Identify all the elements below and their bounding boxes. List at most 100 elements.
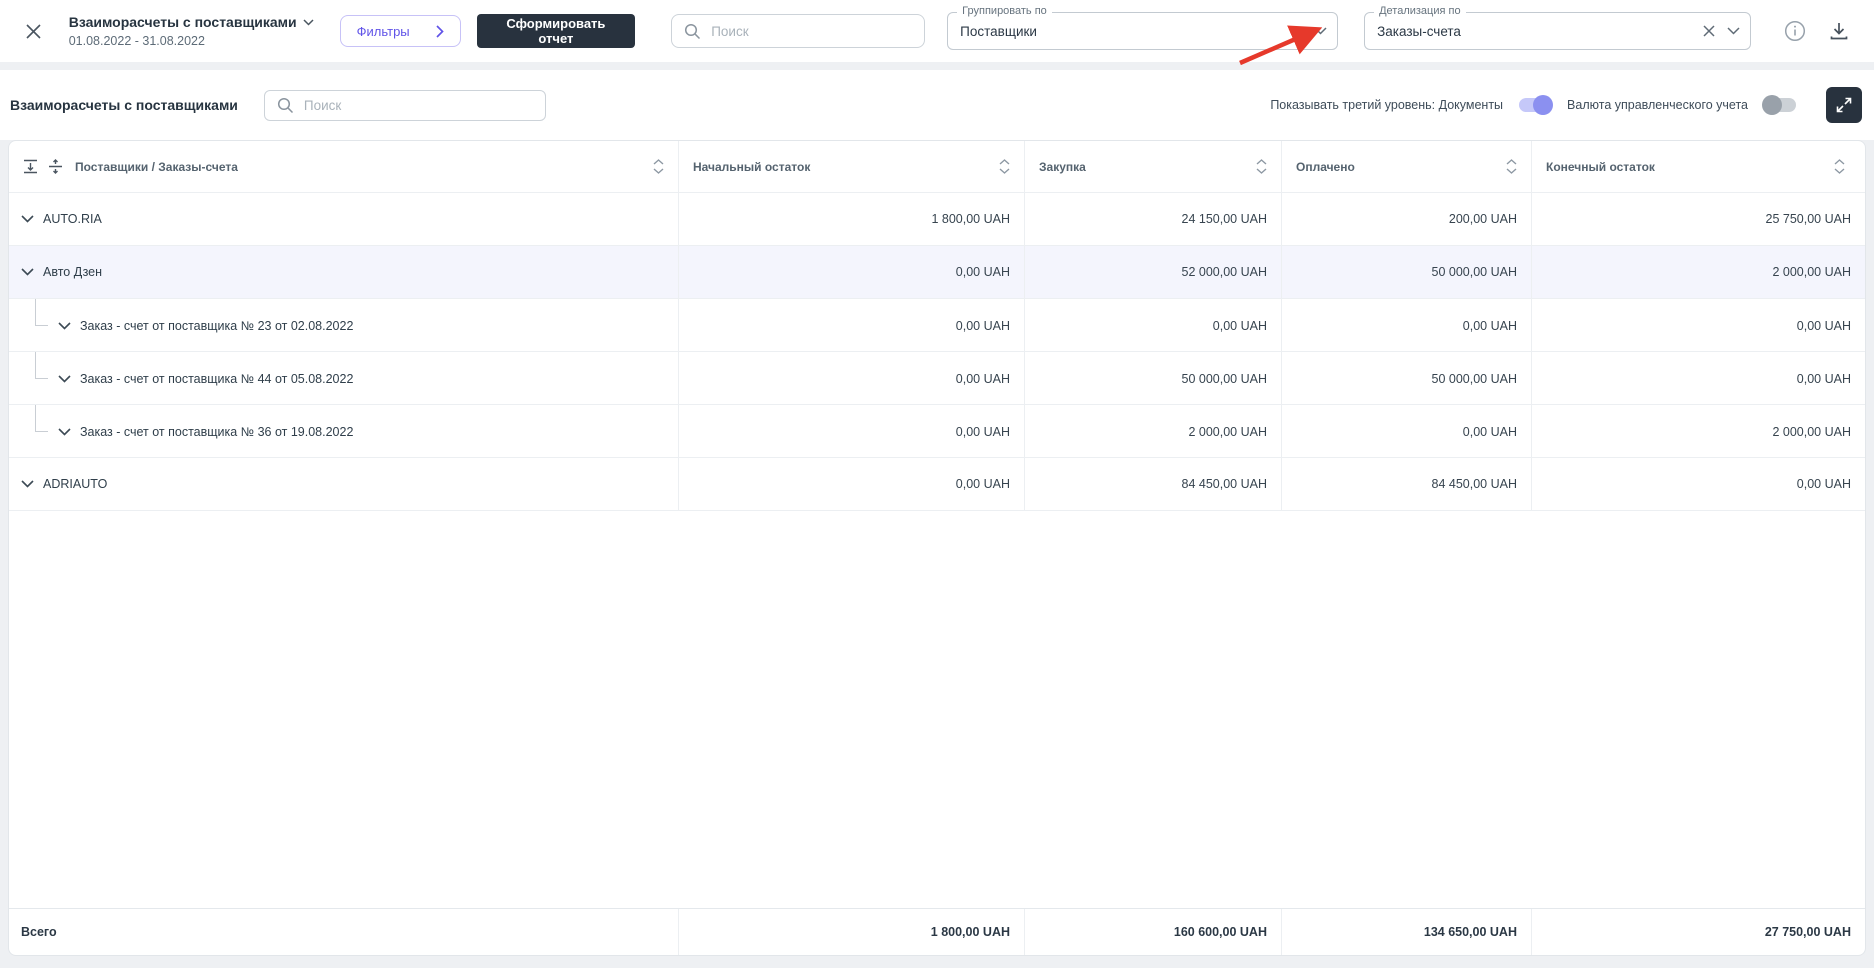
column-header-label: Закупка bbox=[1039, 160, 1256, 174]
row-label: Заказ - счет от поставщика № 36 от 19.08… bbox=[80, 425, 353, 439]
chevron-down-icon[interactable] bbox=[1314, 27, 1327, 35]
settlements-table: Поставщики / Заказы-счета Начальный оста… bbox=[8, 140, 1866, 956]
row-value-cell: 52 000,00 UAH bbox=[1025, 246, 1282, 298]
detail-by-select[interactable]: Детализация по Заказы-счета bbox=[1364, 12, 1751, 50]
total-opening-balance: 1 800,00 UAH bbox=[679, 909, 1025, 955]
column-header-label: Поставщики / Заказы-счета bbox=[75, 160, 653, 174]
row-expand-chevron-icon[interactable] bbox=[21, 480, 34, 488]
order-row-label-cell[interactable]: Заказ - счет от поставщика № 44 от 05.08… bbox=[9, 352, 679, 405]
supplier-row-label-cell[interactable]: Авто Дзен bbox=[9, 246, 679, 298]
column-header-purchase[interactable]: Закупка bbox=[1025, 141, 1282, 192]
tree-connector bbox=[21, 299, 49, 352]
row-value-cell: 0,00 UAH bbox=[1282, 405, 1532, 458]
report-title-block[interactable]: Взаиморасчеты с поставщиками 01.08.2022 … bbox=[69, 14, 314, 48]
search-icon bbox=[684, 23, 701, 40]
row-expand-chevron-icon[interactable] bbox=[58, 322, 71, 330]
row-value-cell: 50 000,00 UAH bbox=[1282, 352, 1532, 405]
table-row[interactable]: Авто Дзен 0,00 UAH52 000,00 UAH50 000,00 … bbox=[9, 246, 1865, 299]
table-row[interactable]: Заказ - счет от поставщика № 36 от 19.08… bbox=[9, 405, 1865, 458]
row-value-cell: 0,00 UAH bbox=[679, 405, 1025, 458]
row-label: Заказ - счет от поставщика № 23 от 02.08… bbox=[80, 319, 353, 333]
total-paid: 134 650,00 UAH bbox=[1282, 909, 1532, 955]
row-value-cell: 200,00 UAH bbox=[1282, 193, 1532, 245]
sort-icon[interactable] bbox=[1256, 159, 1267, 174]
table-body: AUTO.RIA 1 800,00 UAH24 150,00 UAH200,00 … bbox=[9, 193, 1865, 908]
order-row-label-cell[interactable]: Заказ - счет от поставщика № 23 от 02.08… bbox=[9, 299, 679, 352]
group-by-label: Группировать по bbox=[957, 5, 1052, 17]
row-value-cell: 0,00 UAH bbox=[679, 299, 1025, 352]
supplier-row-label-cell[interactable]: AUTO.RIA bbox=[9, 193, 679, 245]
total-purchase: 160 600,00 UAH bbox=[1025, 909, 1282, 955]
row-expand-chevron-icon[interactable] bbox=[58, 428, 71, 436]
row-value-cell: 0,00 UAH bbox=[1532, 299, 1865, 352]
chevron-right-icon bbox=[436, 25, 444, 38]
row-value-cell: 0,00 UAH bbox=[679, 246, 1025, 298]
date-range: 01.08.2022 - 31.08.2022 bbox=[69, 34, 314, 48]
panel-search-input[interactable] bbox=[304, 98, 533, 113]
row-value-cell: 50 000,00 UAH bbox=[1282, 246, 1532, 298]
sort-icon[interactable] bbox=[999, 159, 1010, 174]
total-label: Всего bbox=[9, 909, 679, 955]
info-icon[interactable] bbox=[1779, 14, 1809, 48]
row-value-cell: 0,00 UAH bbox=[1025, 299, 1282, 352]
third-level-toggle[interactable] bbox=[1519, 98, 1551, 112]
row-expand-chevron-icon[interactable] bbox=[58, 375, 71, 383]
row-label: Авто Дзен bbox=[43, 265, 102, 279]
clear-icon[interactable] bbox=[1703, 25, 1715, 37]
table-footer-row: Всего 1 800,00 UAH 160 600,00 UAH 134 65… bbox=[9, 908, 1865, 955]
column-header-suppliers[interactable]: Поставщики / Заказы-счета bbox=[9, 141, 679, 192]
row-value-cell: 0,00 UAH bbox=[1532, 352, 1865, 405]
row-label: AUTO.RIA bbox=[43, 212, 102, 226]
close-icon[interactable] bbox=[20, 16, 47, 46]
column-header-label: Начальный остаток bbox=[693, 160, 999, 174]
generate-report-button[interactable]: Сформировать отчет bbox=[477, 14, 636, 48]
currency-toggle-label: Валюта управленческого учета bbox=[1567, 98, 1748, 112]
row-value-cell: 1 800,00 UAH bbox=[679, 193, 1025, 245]
column-header-opening-balance[interactable]: Начальный остаток bbox=[679, 141, 1025, 192]
row-value-cell: 24 150,00 UAH bbox=[1025, 193, 1282, 245]
chevron-down-icon[interactable] bbox=[1727, 27, 1740, 35]
fullscreen-button[interactable] bbox=[1826, 87, 1862, 123]
expand-icon bbox=[1836, 97, 1852, 113]
table-header-row: Поставщики / Заказы-счета Начальный оста… bbox=[9, 141, 1865, 193]
column-header-label: Конечный остаток bbox=[1546, 160, 1834, 174]
table-row[interactable]: AUTO.RIA 1 800,00 UAH24 150,00 UAH200,00 … bbox=[9, 193, 1865, 246]
order-row-label-cell[interactable]: Заказ - счет от поставщика № 36 от 19.08… bbox=[9, 405, 679, 458]
search-icon bbox=[277, 97, 294, 114]
table-row[interactable]: Заказ - счет от поставщика № 23 от 02.08… bbox=[9, 299, 1865, 352]
expand-all-icon[interactable] bbox=[48, 159, 63, 174]
panel-search[interactable] bbox=[264, 90, 546, 121]
row-label: Заказ - счет от поставщика № 44 от 05.08… bbox=[80, 372, 353, 386]
row-expand-chevron-icon[interactable] bbox=[21, 268, 34, 276]
table-row[interactable]: Заказ - счет от поставщика № 44 от 05.08… bbox=[9, 352, 1865, 405]
sort-icon[interactable] bbox=[1506, 159, 1517, 174]
filters-button[interactable]: Фильтры bbox=[340, 15, 461, 47]
row-value-cell: 2 000,00 UAH bbox=[1025, 405, 1282, 458]
supplier-row-label-cell[interactable]: ADRIAUTO bbox=[9, 458, 679, 510]
column-header-paid[interactable]: Оплачено bbox=[1282, 141, 1532, 192]
table-row[interactable]: ADRIAUTO0,00 UAH84 450,00 UAH84 450,00 U… bbox=[9, 458, 1865, 511]
download-icon[interactable] bbox=[1824, 14, 1854, 48]
report-title: Взаиморасчеты с поставщиками bbox=[69, 14, 297, 30]
row-value-cell: 2 000,00 UAH bbox=[1532, 405, 1865, 458]
collapse-all-icon[interactable] bbox=[23, 159, 38, 174]
panel-controls: Взаиморасчеты с поставщиками Показывать … bbox=[0, 70, 1874, 140]
sort-icon[interactable] bbox=[1834, 159, 1845, 174]
column-header-closing-balance[interactable]: Конечный остаток bbox=[1532, 141, 1865, 192]
row-value-cell: 0,00 UAH bbox=[679, 352, 1025, 405]
group-by-value: Поставщики bbox=[960, 24, 1314, 39]
row-value-cell: 0,00 UAH bbox=[679, 458, 1025, 510]
sort-icon[interactable] bbox=[653, 159, 664, 174]
topbar-search[interactable] bbox=[671, 14, 925, 48]
row-value-cell: 0,00 UAH bbox=[1532, 458, 1865, 510]
row-value-cell: 84 450,00 UAH bbox=[1025, 458, 1282, 510]
group-by-select[interactable]: Группировать по Поставщики bbox=[947, 12, 1338, 50]
row-expand-chevron-icon[interactable] bbox=[21, 215, 34, 223]
tree-connector bbox=[21, 405, 49, 458]
row-value-cell: 84 450,00 UAH bbox=[1282, 458, 1532, 510]
currency-toggle[interactable] bbox=[1764, 98, 1796, 112]
detail-by-label: Детализация по bbox=[1374, 5, 1466, 17]
column-header-label: Оплачено bbox=[1296, 160, 1506, 174]
topbar-search-input[interactable] bbox=[711, 24, 912, 39]
row-value-cell: 50 000,00 UAH bbox=[1025, 352, 1282, 405]
